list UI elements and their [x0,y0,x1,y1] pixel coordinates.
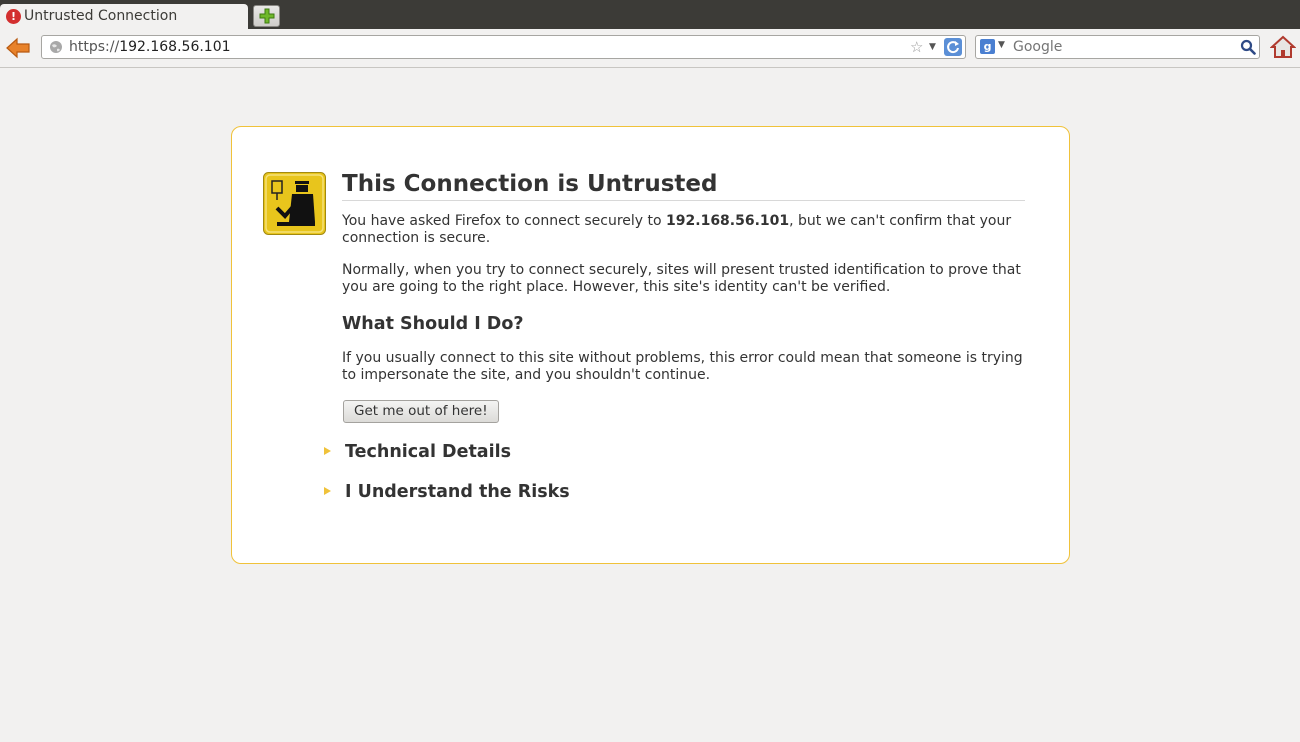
back-arrow-icon [6,37,30,59]
error-page-container: This Connection is Untrusted You have as… [231,126,1070,564]
error-icon: ! [6,9,21,24]
home-icon [1269,35,1297,58]
url-scheme: https:// [69,39,120,55]
expand-arrow-icon [324,447,331,455]
engine-dropdown-icon[interactable]: ▼ [998,40,1005,50]
url-text[interactable]: https://192.168.56.101 [69,36,231,58]
technical-details-label: Technical Details [345,442,512,462]
explanation-paragraph: Normally, when you try to connect secure… [342,262,1021,295]
globe-icon [50,41,62,53]
plus-icon [259,8,275,24]
search-input[interactable] [1013,36,1233,58]
new-tab-button[interactable] [253,5,280,27]
search-icon[interactable] [1240,39,1256,55]
get-me-out-button[interactable]: Get me out of here! [343,400,499,423]
reload-icon[interactable] [944,38,962,56]
what-should-i-do-heading: What Should I Do? [342,314,524,334]
advice-paragraph: If you usually connect to this site with… [342,350,1023,383]
intro-paragraph: You have asked Firefox to connect secure… [342,213,1025,247]
search-bar[interactable]: g ▼ [975,35,1260,59]
tab-untrusted-connection[interactable]: ! Untrusted Connection [0,4,248,29]
page-title: This Connection is Untrusted [342,170,1025,201]
back-button[interactable] [5,37,31,59]
home-button[interactable] [1269,34,1297,60]
tab-strip: ! Untrusted Connection [0,0,1300,29]
url-host: 192.168.56.101 [119,39,231,55]
intro-host: 192.168.56.101 [666,213,790,229]
url-bar[interactable]: https://192.168.56.101 ☆ ▼ [41,35,966,59]
history-dropdown-icon[interactable]: ▼ [929,40,936,54]
google-icon[interactable]: g [980,39,995,54]
expand-arrow-icon [324,487,331,495]
bookmark-star-icon[interactable]: ☆ [910,39,923,55]
tab-title: Untrusted Connection [24,8,178,24]
certificate-error-icon [263,172,326,235]
navigation-toolbar: https://192.168.56.101 ☆ ▼ g ▼ [0,29,1300,68]
understand-risks-label: I Understand the Risks [345,482,570,502]
intro-text-start: You have asked Firefox to connect secure… [342,213,667,229]
